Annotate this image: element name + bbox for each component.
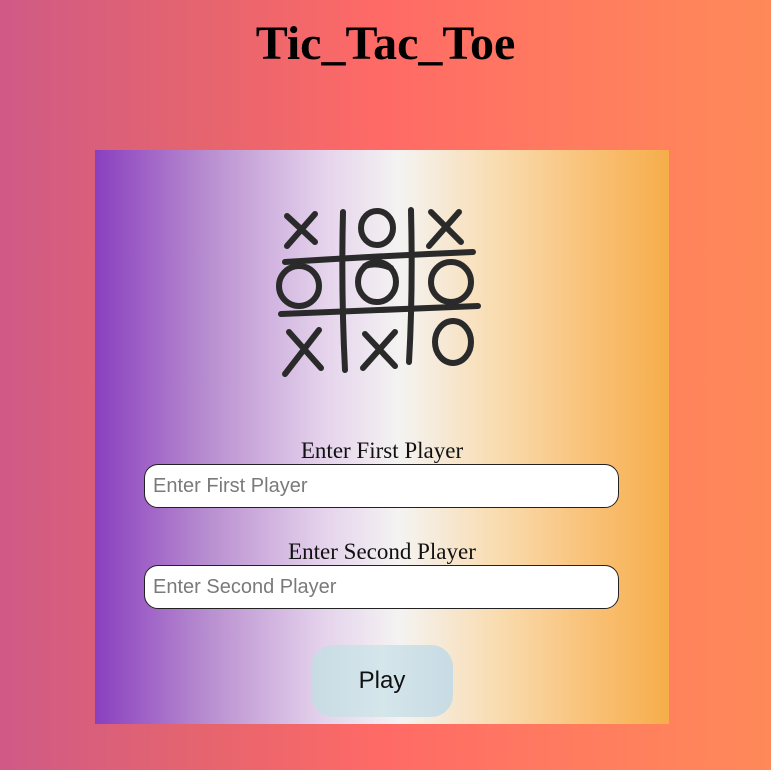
play-button[interactable]: Play xyxy=(311,645,453,717)
second-player-input[interactable] xyxy=(144,565,619,609)
page-title: Tic_Tac_Toe xyxy=(255,17,516,70)
first-player-input[interactable] xyxy=(144,464,619,508)
tic-tac-toe-board-icon xyxy=(276,207,481,377)
game-setup-card: Enter First Player Enter Second Player P… xyxy=(95,150,669,724)
grid-line-right xyxy=(406,207,415,365)
grid-line-bottom xyxy=(278,303,481,317)
first-player-label: Enter First Player xyxy=(300,438,464,463)
second-player-label: Enter Second Player xyxy=(288,539,476,564)
grid-line-left xyxy=(339,209,348,373)
